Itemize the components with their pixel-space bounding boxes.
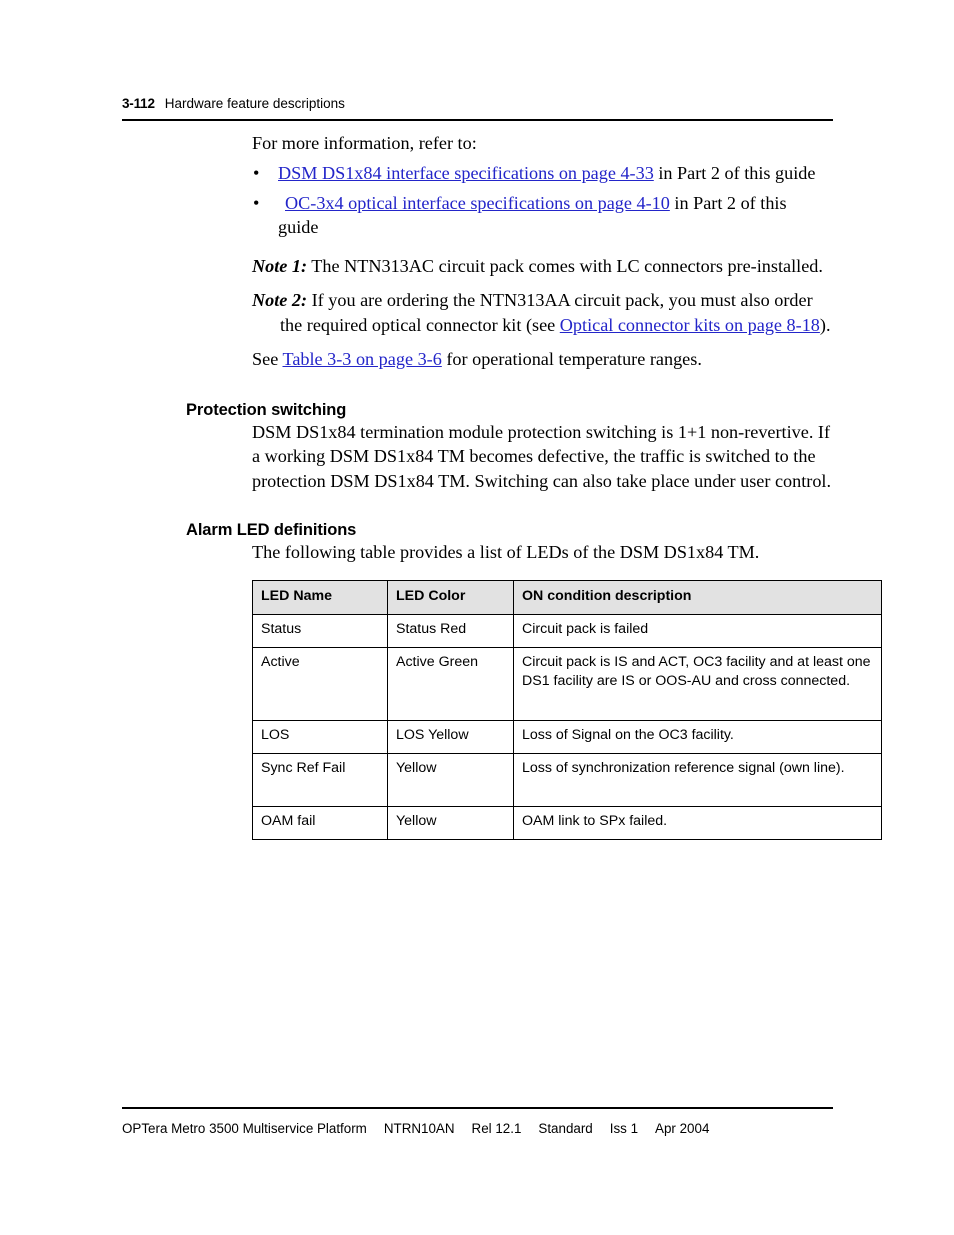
bullet-glyph-icon: • [253,163,260,184]
see-line-prefix: See [252,349,283,370]
alarm-led-body: The following table provides a list of L… [252,540,834,564]
reference-bullet-list: • DSM DS1x84 interface specifications on… [252,161,834,239]
cell-led-name: Sync Ref Fail [252,752,388,807]
header-rule [122,119,833,121]
table-head: LED Name LED Color ON condition descript… [252,580,882,615]
cell-on-condition: Circuit pack is failed [513,613,882,648]
link-dsm-ds1x84-interface-specs[interactable]: DSM DS1x84 interface specifications on p… [278,163,654,183]
cell-led-name: OAM fail [252,805,388,840]
alarm-led-paragraph: The following table provides a list of L… [252,542,760,562]
running-head: 3-112 Hardware feature descriptions [122,96,832,112]
intro-block: For more information, refer to: • DSM DS… [252,131,834,371]
cell-on-condition: Loss of Signal on the OC3 facility. [513,719,882,754]
bullet-glyph-icon: • [253,192,260,213]
column-header-led-name: LED Name [252,580,388,615]
see-line-suffix: for operational temperature ranges. [441,349,702,370]
table-body: Status Status Red Circuit pack is failed… [252,613,882,840]
cell-on-condition: OAM link to SPx failed. [513,805,882,840]
cell-on-condition: Loss of synchronization reference signal… [513,752,882,807]
list-item-trailing-text: in Part 2 of this guide [653,163,816,184]
footer-issue: Iss 1 [609,1121,639,1136]
cell-led-name: LOS [252,719,388,754]
cell-on-condition: Circuit pack is IS and ACT, OC3 facility… [513,646,882,721]
list-item-trailing-text: in Part 2 of this [669,192,787,213]
cell-led-name: Status [252,613,388,648]
footer-date: Apr 2004 [655,1121,710,1136]
table-row: Active Active Green Circuit pack is IS a… [252,646,882,721]
note-2-label: Note 2: [252,290,308,311]
column-header-led-color: LED Color [387,580,514,615]
cell-led-color: Yellow [387,805,514,840]
footer-release: Rel 12.1 [471,1121,522,1136]
cell-led-color: Active Green [387,646,514,721]
note-1: Note 1: The NTN313AC circuit pack comes … [252,254,834,278]
protection-switching-body: DSM DS1x84 termination module protection… [252,420,834,493]
table-row: OAM fail Yellow OAM link to SPx failed. [252,805,882,840]
note-2-text-after: ). [819,314,831,335]
heading-alarm-led-definitions: Alarm LED definitions [186,521,357,539]
footer-product-name: OPTera Metro 3500 Multiservice Platform [122,1121,367,1136]
table-row: Status Status Red Circuit pack is failed [252,613,882,648]
link-oc-3x4-optical-interface-specs[interactable]: OC-3x4 optical interface specifications … [285,193,670,213]
chapter-title: Hardware feature descriptions [164,96,345,111]
heading-protection-switching: Protection switching [186,401,347,419]
page-folio: 3-112 [122,96,155,111]
table-row: Sync Ref Fail Yellow Loss of synchroniza… [252,752,882,807]
page-footer: OPTera Metro 3500 Multiservice Platform N… [122,1120,833,1137]
note-2: Note 2: If you are ordering the NTN313AA… [252,288,834,337]
footer-document-number: NTRN10AN [383,1121,455,1136]
intro-lead: For more information, refer to: [252,133,477,153]
column-header-on-condition-description: ON condition description [513,580,882,615]
protection-switching-paragraph: DSM DS1x84 termination module protection… [252,422,832,491]
link-table-3-3[interactable]: Table 3-3 on page 3-6 [282,349,441,369]
list-item: • OC-3x4 optical interface specification… [252,191,834,240]
note-1-label: Note 1: [252,256,308,277]
cell-led-color: LOS Yellow [387,719,514,754]
link-optical-connector-kits[interactable]: Optical connector kits on page 8-18 [560,315,820,335]
cell-led-color: Yellow [387,752,514,807]
table-header-row: LED Name LED Color ON condition descript… [252,580,882,615]
cell-led-name: Active [252,646,388,721]
table-row: LOS LOS Yellow Loss of Signal on the OC3… [252,719,882,754]
document-page: 3-112 Hardware feature descriptions For m… [0,0,954,1235]
cell-led-color: Status Red [387,613,514,648]
see-table-line: See Table 3-3 on page 3-6 for operationa… [252,347,834,371]
alarm-led-table: LED Name LED Color ON condition descript… [252,580,882,840]
footer-rule [122,1107,833,1109]
list-item-continuation-text: guide [278,216,319,237]
list-item: • DSM DS1x84 interface specifications on… [252,161,834,185]
footer-status: Standard [538,1121,593,1136]
note-1-text: The NTN313AC circuit pack comes with LC … [311,256,823,277]
